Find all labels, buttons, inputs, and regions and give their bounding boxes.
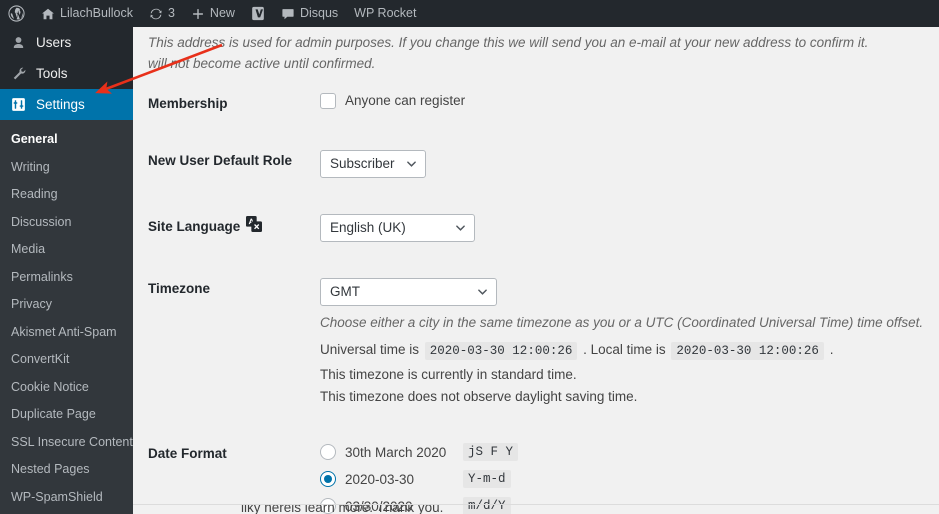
- date-format-example: 30th March 2020: [345, 444, 447, 460]
- site-language-field: English (UK): [320, 196, 939, 260]
- submenu-item-media[interactable]: Media: [0, 236, 133, 264]
- default-role-field: Subscriber: [320, 132, 939, 196]
- translation-icon: [246, 216, 263, 237]
- wp-rocket-label: WP Rocket: [354, 6, 417, 21]
- updates-count: 3: [167, 6, 175, 21]
- chevron-down-icon: [406, 161, 416, 168]
- sidebar-item-label: Tools: [36, 66, 68, 81]
- admin-email-description: This address is used for admin purposes.…: [133, 27, 939, 75]
- row-default-role: New User Default Role Subscriber: [133, 132, 939, 196]
- wordpress-logo-menu[interactable]: [0, 0, 33, 27]
- wrench-icon: [8, 65, 28, 82]
- sidebar-item-tools[interactable]: Tools: [0, 58, 133, 89]
- date-format-label: Date Format: [148, 446, 227, 462]
- disqus-menu[interactable]: Disqus: [273, 0, 346, 27]
- wordpress-admin-screen: LilachBullock 3 New Disqus WP Rocket Use…: [0, 0, 939, 514]
- timezone-select[interactable]: GMT: [320, 278, 497, 307]
- new-content-menu[interactable]: New: [183, 0, 243, 27]
- sidebar-item-settings[interactable]: Settings: [0, 89, 141, 120]
- plus-icon: [191, 7, 205, 21]
- timezone-field: GMT Choose either a city in the same tim…: [320, 260, 939, 425]
- submenu-item-convertkit[interactable]: ConvertKit: [0, 346, 133, 374]
- general-settings-form: Membership Anyone can register New User …: [133, 75, 939, 514]
- site-language-label: Site Language: [148, 218, 241, 234]
- site-name-menu[interactable]: LilachBullock: [33, 0, 141, 27]
- times-trailing-period: .: [829, 342, 834, 358]
- date-format-code: jS F Y: [463, 443, 519, 462]
- timezone-state-line1: This timezone is currently in standard t…: [320, 367, 577, 383]
- membership-field: Anyone can register: [320, 75, 939, 127]
- universal-time-prefix: Universal time is: [320, 342, 420, 358]
- user-icon: [8, 34, 28, 51]
- yoast-seo-icon: [251, 6, 265, 21]
- sidebar-item-users[interactable]: Users: [0, 27, 133, 58]
- submenu-item-discussion[interactable]: Discussion: [0, 209, 133, 237]
- timezone-state-line2: This timezone does not observe daylight …: [320, 388, 638, 404]
- admin-bar: LilachBullock 3 New Disqus WP Rocket: [0, 0, 939, 27]
- sidebar-item-label: Settings: [36, 97, 85, 112]
- sidebar-item-label: Users: [36, 35, 72, 50]
- site-language-label-cell: Site Language: [133, 196, 320, 257]
- new-label: New: [209, 6, 235, 21]
- updates-menu[interactable]: 3: [141, 0, 183, 27]
- submenu-item-akismet-anti-spam[interactable]: Akismet Anti-Spam: [0, 319, 133, 347]
- wp-rocket-menu[interactable]: WP Rocket: [346, 0, 424, 27]
- admin-sidebar: Users Tools Settings General Writing Rea…: [0, 27, 141, 514]
- local-time-prefix: . Local time is: [583, 342, 666, 358]
- submenu-item-duplicate-page[interactable]: Duplicate Page: [0, 401, 133, 429]
- chevron-down-icon: [456, 225, 465, 232]
- row-timezone: Timezone GMT Choose either a city in the…: [133, 260, 939, 425]
- date-format-code: Y-m-d: [463, 470, 511, 489]
- row-membership: Membership Anyone can register: [133, 75, 939, 133]
- submenu-item-permalinks[interactable]: Permalinks: [0, 264, 133, 292]
- submenu-item-writing[interactable]: Writing: [0, 154, 133, 182]
- submenu-item-reading[interactable]: Reading: [0, 181, 133, 209]
- clipped-footer-row: ilky nereis learn more. Thank you.: [133, 505, 939, 514]
- submenu-item-general[interactable]: General: [0, 126, 133, 154]
- submenu-item-wp-spamshield[interactable]: WP-SpamShield: [0, 484, 133, 512]
- timezone-value: GMT: [330, 284, 360, 300]
- timezone-label: Timezone: [148, 281, 211, 297]
- date-format-field: 30th March 2020 jS F Y 2020-03-30 Y-m-d …: [320, 425, 939, 514]
- date-format-example: 2020-03-30: [345, 471, 415, 487]
- settings-general-content: This address is used for admin purposes.…: [133, 27, 939, 514]
- home-icon: [41, 7, 55, 21]
- admin-email-description-line1: This address is used for admin purposes.…: [148, 35, 869, 50]
- comment-icon: [281, 7, 295, 21]
- disqus-label: Disqus: [299, 6, 339, 21]
- update-icon: [149, 7, 163, 21]
- timezone-times: Universal time is 2020-03-30 12:00:26 . …: [320, 334, 929, 364]
- site-name-label: LilachBullock: [60, 6, 133, 21]
- submenu-item-cookie-notice[interactable]: Cookie Notice: [0, 374, 133, 402]
- clipped-footer-text: ilky nereis learn more. Thank you.: [241, 505, 444, 514]
- membership-label: Membership: [148, 95, 228, 111]
- anyone-can-register-checkbox[interactable]: [320, 92, 336, 109]
- wordpress-logo-icon: [8, 5, 25, 22]
- date-format-option[interactable]: 2020-03-30 Y-m-d: [320, 470, 929, 489]
- date-format-radio[interactable]: [320, 471, 336, 488]
- sliders-icon: [8, 96, 28, 113]
- timezone-state: This timezone is currently in standard t…: [320, 364, 929, 407]
- admin-email-description-line2: will not become active until confirmed.: [148, 55, 376, 71]
- submenu-item-privacy[interactable]: Privacy: [0, 291, 133, 319]
- row-date-format: Date Format 30th March 2020 jS F Y 2020-…: [133, 425, 939, 514]
- chevron-down-icon: [478, 289, 487, 296]
- row-site-language: Site Language English (UK): [133, 196, 939, 260]
- yoast-seo-menu[interactable]: [243, 0, 273, 27]
- timezone-description: Choose either a city in the same timezon…: [320, 315, 924, 331]
- settings-submenu: General Writing Reading Discussion Media…: [0, 120, 133, 514]
- universal-time-value: 2020-03-30 12:00:26: [424, 342, 578, 361]
- submenu-item-nested-pages[interactable]: Nested Pages: [0, 456, 133, 484]
- anyone-can-register-label: Anyone can register: [345, 93, 466, 109]
- default-role-value: Subscriber: [330, 156, 395, 172]
- site-language-select[interactable]: English (UK): [320, 214, 475, 243]
- default-role-label: New User Default Role: [148, 153, 293, 169]
- default-role-select[interactable]: Subscriber: [320, 150, 426, 179]
- date-format-option[interactable]: 30th March 2020 jS F Y: [320, 443, 929, 462]
- date-format-radio[interactable]: [320, 444, 336, 461]
- site-language-value: English (UK): [330, 220, 406, 236]
- local-time-value: 2020-03-30 12:00:26: [671, 342, 824, 361]
- anyone-can-register-toggle[interactable]: Anyone can register: [320, 92, 929, 109]
- submenu-item-ssl-insecure-content[interactable]: SSL Insecure Content: [0, 429, 133, 457]
